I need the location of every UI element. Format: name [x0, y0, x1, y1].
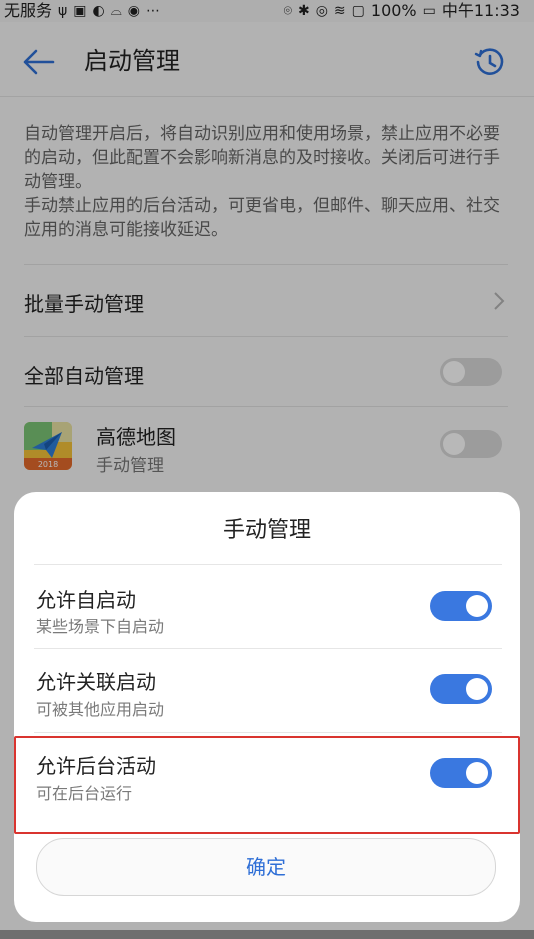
dialog-divider	[34, 564, 502, 565]
dialog-divider	[34, 732, 502, 733]
allow-self-start-label: 允许自启动	[36, 588, 136, 612]
allow-associated-start-label: 允许关联启动	[36, 670, 156, 694]
dialog-divider	[34, 648, 502, 649]
allow-background-toggle[interactable]	[430, 758, 492, 788]
manual-manage-dialog: 手动管理 允许自启动 某些场景下自启动 允许关联启动 可被其他应用启动 允许后台…	[14, 492, 520, 922]
allow-self-start-toggle[interactable]	[430, 591, 492, 621]
allow-associated-start-toggle[interactable]	[430, 674, 492, 704]
bottom-edge	[0, 930, 534, 939]
allow-associated-start-sub: 可被其他应用启动	[36, 700, 165, 719]
allow-background-sub: 可在后台运行	[36, 784, 133, 803]
allow-self-start-sub: 某些场景下自启动	[36, 617, 165, 636]
dialog-title: 手动管理	[222, 518, 311, 543]
allow-background-label: 允许后台活动	[36, 754, 156, 778]
confirm-button[interactable]: 确定	[36, 838, 496, 896]
